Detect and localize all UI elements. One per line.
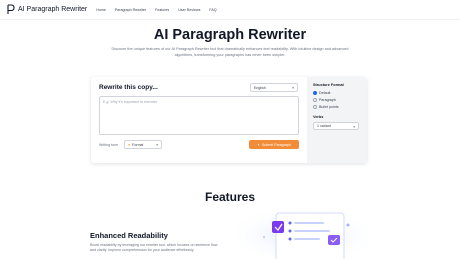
radio-icon	[313, 105, 317, 109]
verbs-heading: Verbs	[313, 115, 324, 119]
feature-illustration	[238, 207, 368, 259]
radio-selected-icon	[313, 91, 317, 95]
nav-link-home[interactable]: Home	[96, 8, 106, 12]
language-value: English	[254, 85, 266, 90]
chevron-down-icon: ▾	[156, 143, 158, 147]
page-description: Discover the unique features of our AI P…	[111, 47, 349, 57]
main-nav: Home Paragraph Rewriter Features User Re…	[96, 8, 216, 12]
structure-heading: Structure Format	[313, 83, 344, 87]
submit-label: Submit Paragraph	[262, 142, 291, 147]
radio-icon	[313, 98, 317, 102]
logo-icon	[7, 4, 15, 14]
chevron-down-icon: ▾	[353, 124, 355, 129]
tone-select[interactable]: ● Formal ▾	[124, 140, 162, 149]
language-select[interactable]: English ▾	[250, 83, 298, 92]
rewrite-form: Rewrite this copy... English ▾ E.g. Why …	[91, 77, 307, 163]
options-panel: Structure Format Default Paragraph Bulle…	[307, 77, 367, 163]
paragraph-input[interactable]: E.g. Why it's important to exercise	[99, 96, 299, 135]
form-title: Rewrite this copy...	[99, 84, 158, 91]
radio-label: Bullet points	[319, 105, 339, 109]
radio-label: Default	[319, 91, 331, 95]
radio-label: Paragraph	[319, 98, 336, 102]
nav-link-features[interactable]: Features	[155, 8, 169, 12]
tone-icon: ●	[128, 142, 131, 147]
verbs-select[interactable]: 1 variant ▾	[313, 122, 359, 130]
logo-text: AI Paragraph Rewriter	[18, 6, 88, 13]
rewrite-card: Rewrite this copy... English ▾ E.g. Why …	[91, 77, 367, 163]
feature-title: Enhanced Readability	[90, 231, 168, 240]
verbs-value: 1 variant	[317, 124, 331, 128]
radio-bullet-points[interactable]: Bullet points	[313, 105, 339, 109]
nav-link-paragraph-rewriter[interactable]: Paragraph Rewriter	[115, 8, 146, 12]
radio-paragraph[interactable]: Paragraph	[313, 98, 336, 102]
logo[interactable]: AI Paragraph Rewriter	[7, 4, 87, 15]
nav-link-faq[interactable]: FAQ	[209, 8, 216, 12]
tone-value: Formal	[132, 142, 144, 147]
sparkle-icon: ✦	[257, 142, 261, 147]
tone-label: Writing tone	[99, 143, 119, 147]
page-title: AI Paragraph Rewriter	[153, 27, 307, 43]
top-nav: AI Paragraph Rewriter Home Paragraph Rew…	[0, 0, 460, 20]
feature-description: Boost readability by leveraging our rewr…	[90, 243, 218, 253]
nav-link-user-reviews[interactable]: User Reviews	[178, 8, 200, 12]
chevron-down-icon: ▾	[292, 86, 294, 90]
submit-button[interactable]: ✦ Submit Paragraph	[249, 140, 299, 149]
radio-default[interactable]: Default	[313, 91, 330, 95]
features-heading: Features	[204, 190, 256, 204]
